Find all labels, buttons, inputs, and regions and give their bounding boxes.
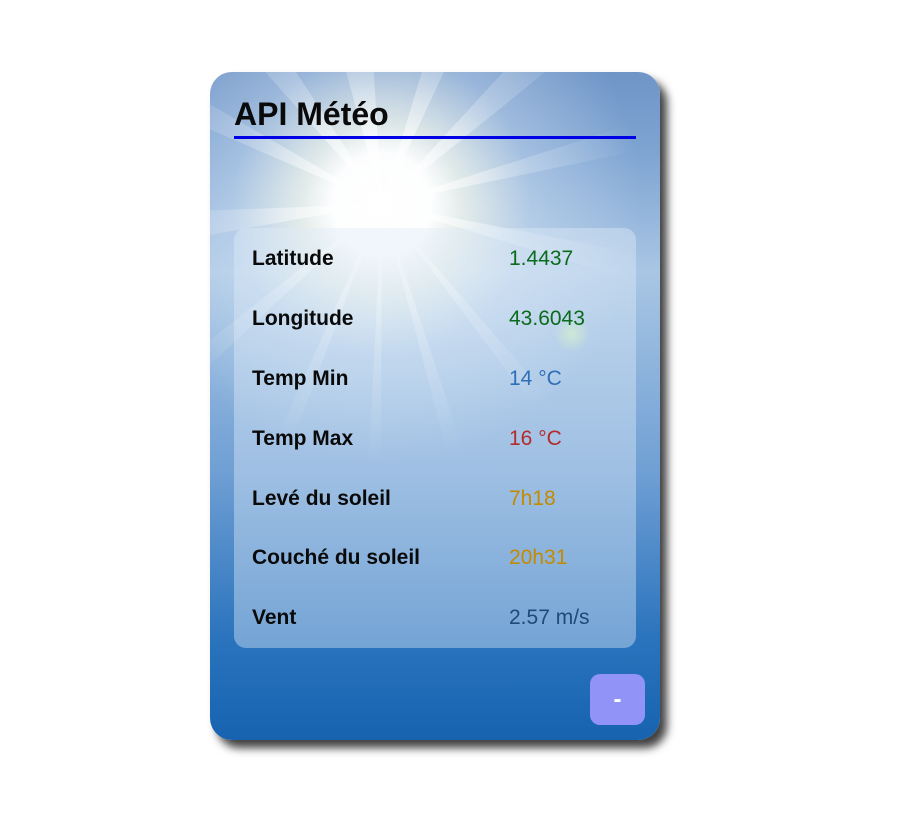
sunset-value: 20h31 — [509, 546, 568, 569]
temp-min-value: 14 °C — [509, 367, 562, 390]
sunrise-value: 7h18 — [509, 487, 556, 510]
temp-max-value: 16 °C — [509, 427, 562, 450]
row-temp-max: Temp Max 16 °C — [252, 424, 632, 454]
latitude-value: 1.4437 — [509, 247, 574, 270]
weather-card: API Météo Latitude 1.4437 Longitude 43.6… — [210, 72, 660, 740]
page-title: API Météo — [234, 94, 636, 139]
row-longitude: Longitude 43.6043 — [252, 304, 632, 334]
longitude-label: Longitude — [252, 307, 354, 330]
wind-label: Vent — [252, 606, 297, 629]
wind-value: 2.57 m/s — [509, 606, 590, 629]
weather-info-panel: Latitude 1.4437 Longitude 43.6043 Temp M… — [234, 228, 636, 648]
row-temp-min: Temp Min 14 °C — [252, 364, 632, 394]
row-sunset: Couché du soleil 20h31 — [252, 543, 632, 573]
row-latitude: Latitude 1.4437 — [252, 244, 632, 274]
temp-min-label: Temp Min — [252, 367, 349, 390]
sunrise-label: Levé du soleil — [252, 487, 391, 510]
temp-max-label: Temp Max — [252, 427, 354, 450]
longitude-value: 43.6043 — [509, 307, 585, 330]
collapse-button[interactable]: - — [590, 674, 645, 725]
row-sunrise: Levé du soleil 7h18 — [252, 484, 632, 514]
latitude-label: Latitude — [252, 247, 334, 270]
row-wind: Vent 2.57 m/s — [252, 603, 632, 633]
sunset-label: Couché du soleil — [252, 546, 421, 569]
